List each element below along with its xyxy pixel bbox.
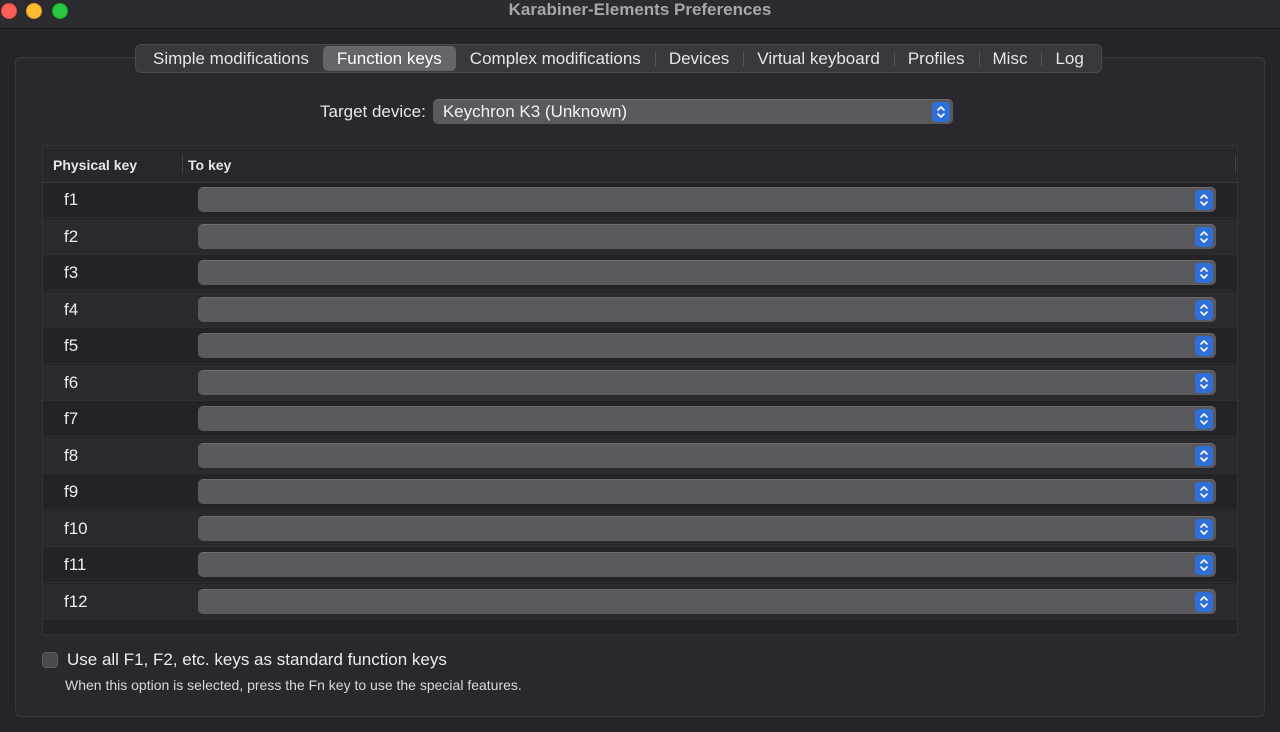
tab-bar: Simple modifications Function keys Complex… (135, 44, 1102, 73)
to-key-select[interactable] (198, 588, 1216, 614)
chevron-up-down-icon[interactable] (1195, 372, 1213, 393)
chevron-up-down-icon[interactable] (1195, 482, 1213, 502)
to-key-select[interactable] (198, 515, 1216, 541)
tab-log[interactable]: Log (1041, 46, 1097, 71)
physical-key-label: f5 (64, 336, 79, 355)
table-row[interactable]: f5 (43, 328, 1237, 364)
chevron-up-down-icon[interactable] (1195, 226, 1213, 247)
use-fkeys-option[interactable]: Use all F1, F2, etc. keys as standard fu… (42, 650, 447, 670)
target-device-label: Target device: (320, 101, 426, 121)
chevron-up-down-icon[interactable] (1195, 190, 1213, 210)
to-key-select[interactable] (198, 479, 1216, 504)
use-fkeys-label[interactable]: Use all F1, F2, etc. keys as standard fu… (67, 650, 447, 670)
table-row[interactable]: f7 (43, 401, 1237, 437)
column-divider (1235, 154, 1236, 174)
tab-function-keys[interactable]: Function keys (322, 46, 456, 71)
chevron-up-down-icon[interactable] (1195, 263, 1213, 283)
table-row[interactable]: f1 (43, 182, 1237, 218)
chevron-up-down-icon[interactable] (1195, 409, 1213, 429)
tab-profiles[interactable]: Profiles (893, 46, 979, 71)
physical-key-label: f4 (64, 299, 79, 319)
to-key-select[interactable] (198, 296, 1216, 322)
to-key-select[interactable] (198, 223, 1216, 249)
physical-key-label: f12 (64, 591, 88, 611)
physical-key-label: f9 (64, 482, 79, 501)
physical-key-label: f10 (64, 518, 88, 538)
table-row[interactable]: f6 (43, 364, 1237, 401)
tab-simple-modifications[interactable]: Simple modifications (139, 46, 323, 71)
window-title: Karabiner-Elements Preferences (508, 0, 772, 19)
chevron-up-down-icon[interactable] (1195, 591, 1213, 612)
use-fkeys-checkbox[interactable] (42, 652, 58, 668)
physical-key-label: f11 (64, 555, 87, 574)
table-row[interactable]: f12 (43, 583, 1237, 620)
physical-key-label: f2 (64, 226, 79, 246)
target-device-value: Keychron K3 (Unknown) (442, 102, 628, 121)
chevron-up-down-icon[interactable] (1195, 445, 1213, 466)
table-row[interactable]: f11 (43, 547, 1237, 583)
column-divider (182, 154, 183, 174)
tab-complex-modifications[interactable]: Complex modifications (456, 46, 655, 71)
to-key-select[interactable] (198, 187, 1216, 212)
chevron-up-down-icon[interactable] (1195, 299, 1213, 320)
table-row[interactable]: f3 (43, 255, 1237, 291)
column-header-physical-key[interactable]: Physical key (53, 157, 137, 173)
table-header: Physical key To key (43, 146, 1237, 183)
to-key-select[interactable] (198, 406, 1216, 431)
chevron-up-down-icon[interactable] (1195, 518, 1213, 539)
physical-key-label: f1 (64, 190, 79, 209)
table-row[interactable]: f8 (43, 437, 1237, 474)
use-fkeys-hint: When this option is selected, press the … (65, 677, 522, 693)
physical-key-label: f8 (64, 445, 79, 465)
to-key-select[interactable] (198, 442, 1216, 468)
table-row[interactable]: f9 (43, 474, 1237, 510)
table-row[interactable]: f2 (43, 218, 1237, 255)
physical-key-label: f6 (64, 372, 79, 392)
to-key-select[interactable] (198, 333, 1216, 358)
to-key-select[interactable] (198, 369, 1216, 395)
tab-virtual-keyboard[interactable]: Virtual keyboard (743, 46, 894, 71)
title-bar[interactable]: Karabiner-Elements Preferences (0, 0, 1280, 29)
to-key-select[interactable] (198, 552, 1216, 577)
chevron-up-down-icon[interactable] (931, 102, 950, 122)
function-keys-table: Physical key To key f1 f2 f3 f4 f5 f6 f7 f8 f9 f1… (42, 145, 1238, 635)
preferences-window: Karabiner-Elements Preferences Simple mo… (0, 0, 1280, 732)
chevron-up-down-icon[interactable] (1195, 336, 1213, 356)
tab-misc[interactable]: Misc (978, 46, 1042, 71)
to-key-select[interactable] (198, 260, 1216, 285)
target-device-row: Target device: Keychron K3 (Unknown) (320, 98, 953, 125)
physical-key-label: f3 (64, 263, 79, 282)
table-row[interactable]: f4 (43, 291, 1237, 328)
chevron-up-down-icon[interactable] (1195, 555, 1213, 575)
target-device-select[interactable]: Keychron K3 (Unknown) (432, 99, 953, 124)
tab-devices[interactable]: Devices (654, 46, 743, 71)
physical-key-label: f7 (64, 409, 79, 428)
column-header-to-key[interactable]: To key (188, 157, 231, 173)
table-row[interactable]: f10 (43, 510, 1237, 547)
